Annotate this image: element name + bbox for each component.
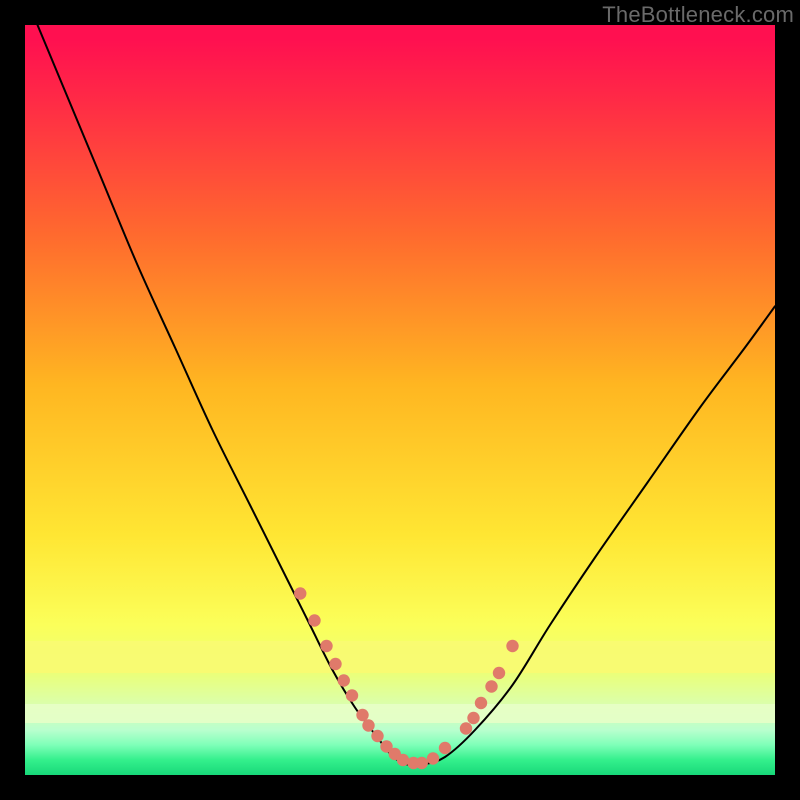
curve-layer bbox=[25, 0, 775, 765]
plot-svg bbox=[25, 25, 775, 775]
watermark-text: TheBottleneck.com bbox=[602, 2, 794, 28]
data-point bbox=[338, 674, 350, 686]
data-point bbox=[329, 658, 341, 670]
data-point bbox=[356, 709, 368, 721]
dot-cluster-layer bbox=[294, 587, 519, 769]
data-point bbox=[416, 757, 428, 769]
data-point bbox=[506, 640, 518, 652]
data-point bbox=[397, 754, 409, 766]
data-point bbox=[493, 667, 505, 679]
data-point bbox=[320, 640, 332, 652]
data-point bbox=[475, 697, 487, 709]
data-point bbox=[439, 742, 451, 754]
data-point bbox=[294, 587, 306, 599]
data-point bbox=[371, 730, 383, 742]
data-point bbox=[346, 689, 358, 701]
data-point bbox=[460, 722, 472, 734]
data-point bbox=[467, 712, 479, 724]
data-point bbox=[362, 719, 374, 731]
data-point bbox=[427, 752, 439, 764]
chart-frame bbox=[25, 25, 775, 775]
bottleneck-curve bbox=[25, 0, 775, 765]
data-point bbox=[485, 680, 497, 692]
data-point bbox=[308, 614, 320, 626]
